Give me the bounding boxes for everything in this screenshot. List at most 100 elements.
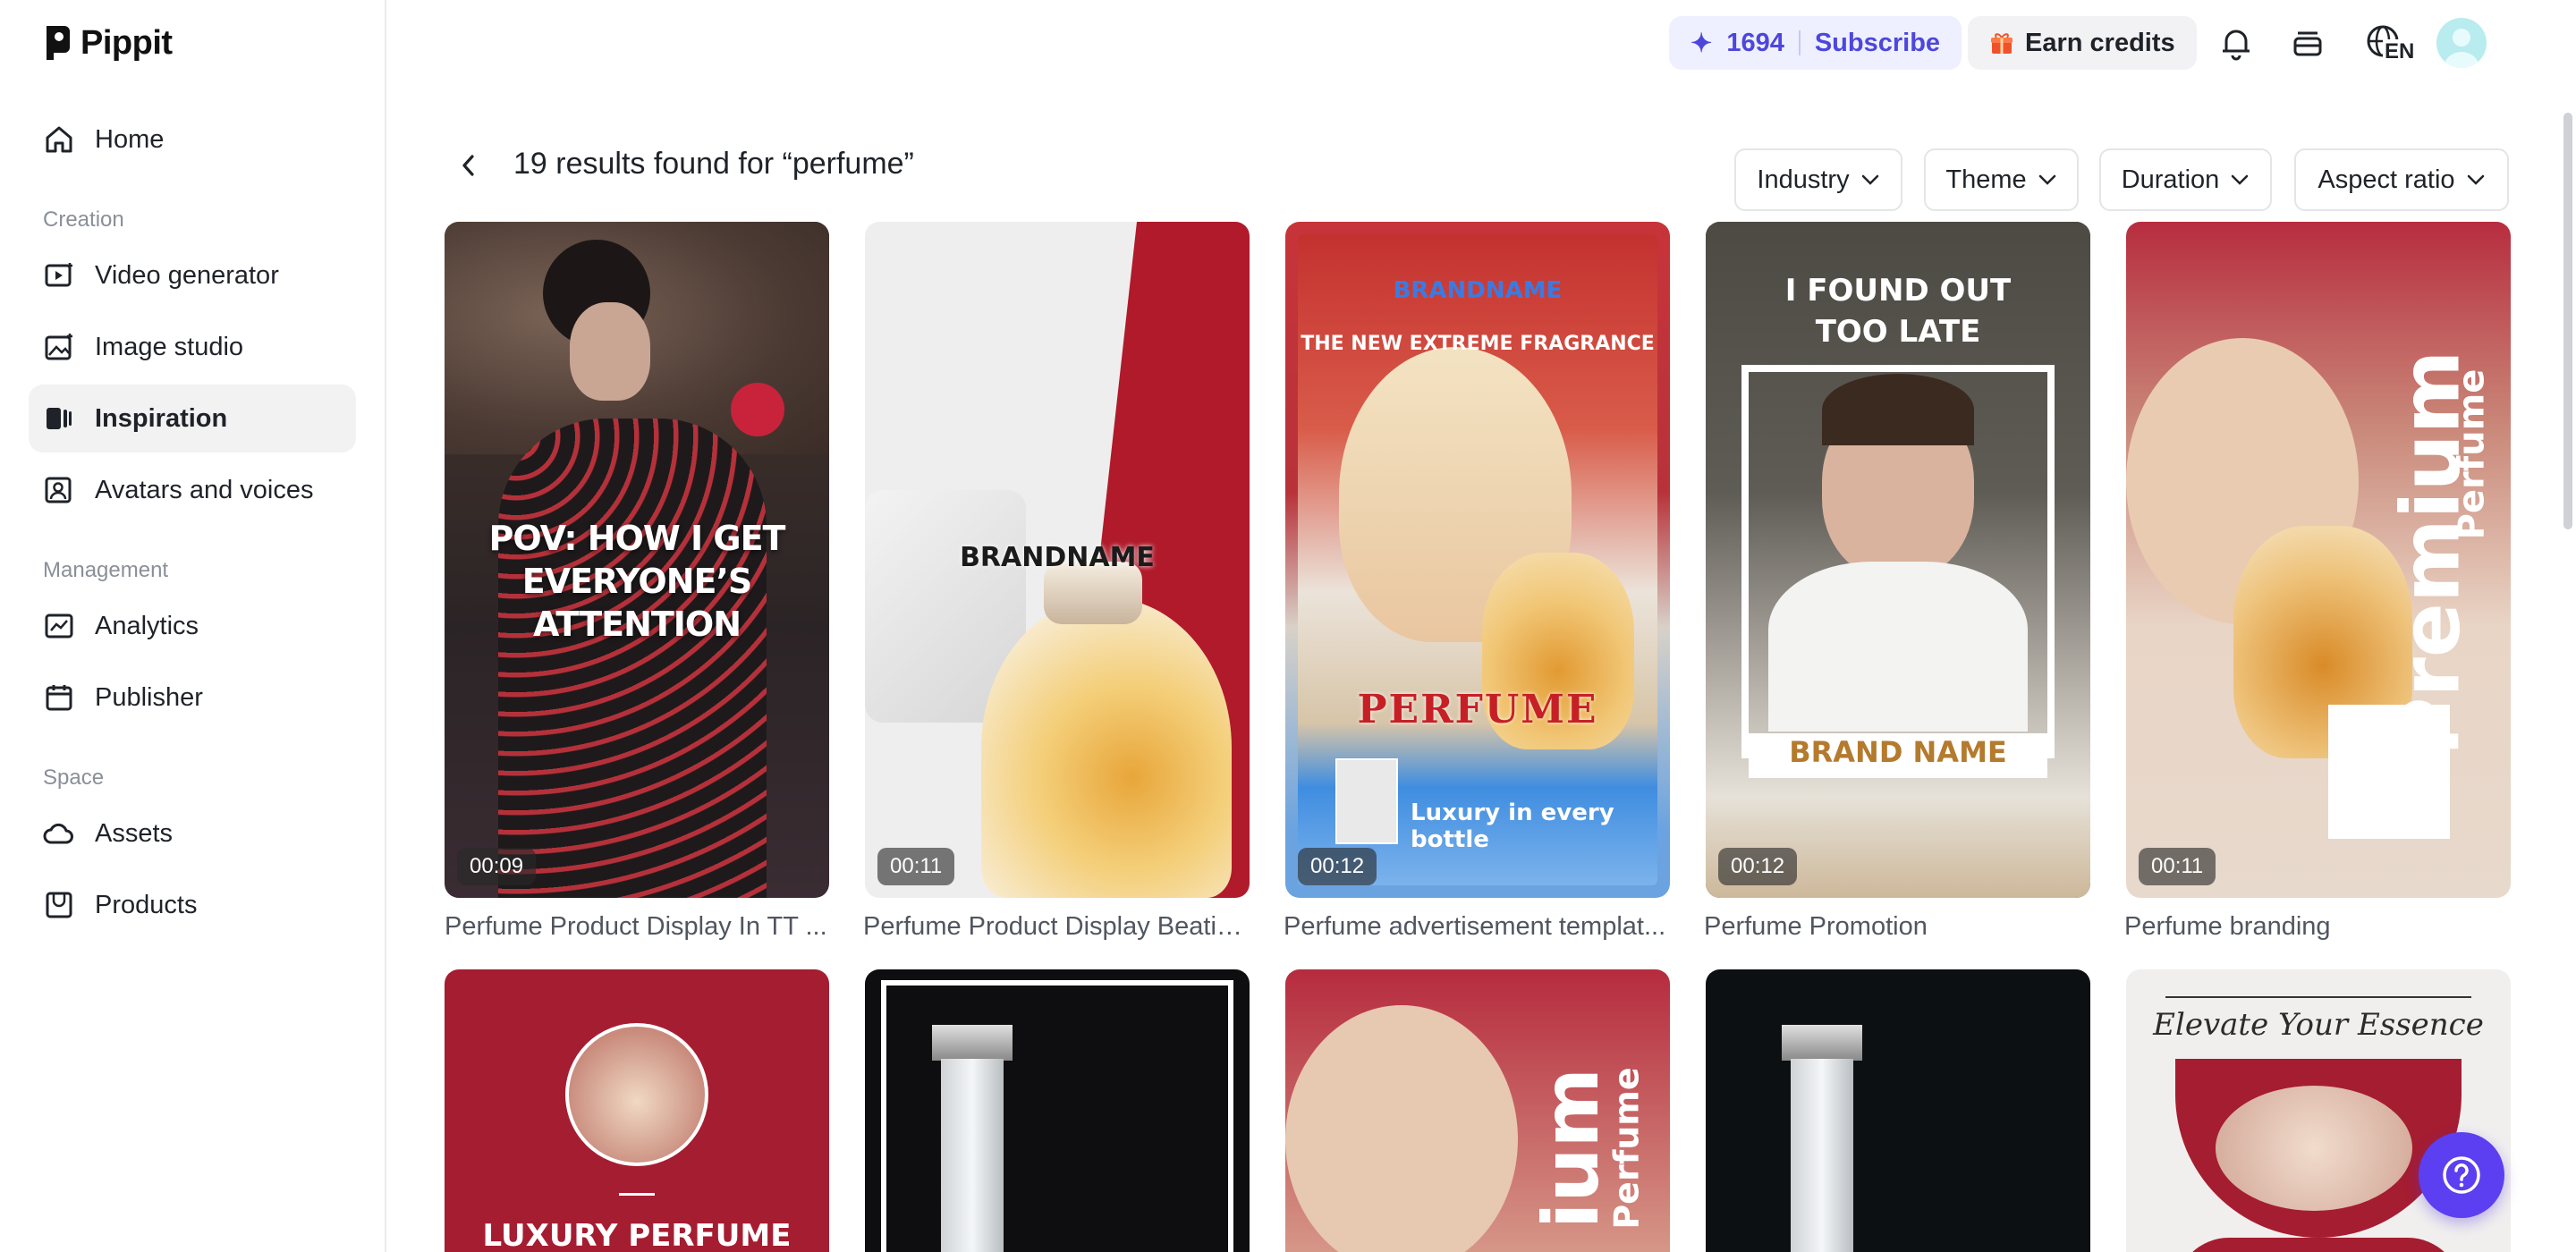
language-label: EN [2383,39,2417,64]
thumbnail-bottle-cap [932,1025,1013,1061]
duration-badge: 00:12 [1298,848,1377,885]
card-overlay-text: LUXURY PERFUME [482,1218,792,1252]
results-title: 19 results found for “perfume” [513,147,914,181]
duration-badge: 00:09 [457,848,537,885]
card-overlay-sub: THE NEW EXTREME FRAGRANCE [1301,333,1655,355]
tasks-button[interactable] [2284,20,2331,66]
filter-industry[interactable]: Industry [1734,148,1902,211]
stack-icon [2293,31,2322,56]
sidebar-item-label: Assets [95,818,174,848]
earn-credits-button[interactable]: Earn credits [1968,16,2197,70]
sidebar: Pippit Home Creation Video generator Ima… [0,0,386,1252]
earn-credits-label: Earn credits [2025,28,2175,57]
section-label-management: Management [43,558,169,582]
sidebar-item-label: Analytics [95,611,199,640]
sidebar-item-video-generator[interactable]: Video generator [29,241,356,309]
card-overlay-bottom: Luxury in every bottle [1411,799,1614,853]
sidebar-item-publisher[interactable]: Publisher [29,664,356,732]
help-button[interactable] [2419,1132,2504,1218]
sidebar-item-analytics[interactable]: Analytics [29,592,356,660]
thumbnail-dress [498,419,767,898]
analytics-icon [45,613,73,639]
chevron-down-icon [1861,174,1878,185]
filter-label: Aspect ratio [2318,165,2455,194]
credits-pill[interactable]: ✦ 1694 Subscribe [1669,16,1962,70]
home-icon [46,126,72,153]
card-overlay-main-wrap: ium [1527,1032,1616,1252]
sidebar-item-avatars-voices[interactable]: Avatars and voices [29,456,356,524]
image-studio-icon [45,334,72,360]
sidebar-item-label: Products [95,890,198,919]
template-card[interactable]: I FOUND OUT TOO LATE BRAND NAME 00:12 [1706,222,2090,898]
thumbnail-inset-image [1335,758,1398,844]
question-icon [2443,1156,2480,1194]
gift-icon [1991,33,2012,54]
chevron-down-icon [2467,174,2484,185]
thumbnail-bottle [941,1059,1004,1252]
sidebar-item-label: Publisher [95,682,203,712]
calendar-icon [46,685,72,711]
thumbnail-rose [731,383,784,436]
card-overlay-text: POV: HOW I GET EVERYONE’S ATTENTION [488,519,786,644]
card-title[interactable]: Perfume advertisement templat... [1284,912,1668,942]
card-title[interactable]: Perfume Product Display In TT ... [445,912,829,942]
template-card[interactable]: ium Perfume [1285,969,1670,1252]
template-card[interactable] [1706,969,2090,1252]
card-overlay-main: ium [1527,1067,1617,1230]
notification-bell-button[interactable] [2213,20,2259,66]
filter-theme[interactable]: Theme [1924,148,2079,211]
video-generator-icon [45,263,72,287]
scrollbar-thumb[interactable] [2563,113,2572,529]
sidebar-item-assets[interactable]: Assets [29,799,356,867]
template-card[interactable]: BRANDNAME THE NEW EXTREME FRAGRANCE PERF… [1285,222,1670,898]
app-name: Pippit [80,23,173,62]
card-overlay-top: I FOUND OUT TOO LATE [1784,273,2012,350]
sidebar-item-image-studio[interactable]: Image studio [29,313,356,381]
card-overlay-sub-wrap: Perfume [1607,1032,1647,1252]
filter-duration[interactable]: Duration [2099,148,2272,211]
thumbnail-shirt [1768,562,2028,732]
app-logo[interactable]: Pippit [43,20,173,66]
filter-label: Industry [1757,165,1850,194]
card-overlay-sub: Perfume [2451,368,2493,540]
template-card[interactable]: POV: HOW I GET EVERYONE’S ATTENTION 00:0… [445,222,829,898]
thumbnail-person-face [570,302,650,401]
sidebar-item-home[interactable]: Home [29,106,356,173]
thumbnail-circle-image [565,1023,708,1166]
back-button[interactable] [451,145,487,186]
section-label-creation: Creation [43,207,124,232]
template-card[interactable]: Premium Perfume 00:11 [2126,222,2511,898]
card-title[interactable]: Perfume Promotion [1704,912,2089,942]
card-overlay-text: Elevate Your Essence [2153,1007,2484,1043]
template-card[interactable]: BRANDNAME 00:11 [865,222,1250,898]
filter-aspect-ratio[interactable]: Aspect ratio [2294,148,2509,211]
sidebar-item-inspiration[interactable]: Inspiration [29,385,356,453]
user-avatar[interactable] [2436,18,2487,68]
template-card[interactable] [865,969,1250,1252]
sidebar-item-label: Video generator [95,260,279,290]
card-title[interactable]: Perfume Product Display Beatin... [863,912,1248,942]
section-label-space: Space [43,766,105,790]
language-button[interactable]: EN [2356,20,2417,66]
card-title[interactable]: Perfume branding [2124,912,2509,942]
sparkle-icon: ✦ [1690,29,1713,58]
filter-label: Theme [1945,165,2027,194]
card-overlay-text: BRANDNAME [960,542,1155,573]
card-overlay-sub-wrap: Perfume [2451,320,2493,588]
user-avatar-icon [2444,29,2479,68]
template-card[interactable]: LUXURY PERFUME [445,969,829,1252]
pippit-logo-icon [47,26,70,60]
filter-label: Duration [2121,165,2220,194]
avatar-voice-icon [45,477,72,503]
subscribe-button[interactable]: Subscribe [1815,29,1940,58]
thumbnail-white-frame [881,980,1233,1252]
thumbnail-arch-lower [2175,1238,2462,1252]
thumbnail-bottle [1791,1059,1853,1252]
thumbnail-person [2216,1086,2412,1211]
duration-badge: 00:11 [877,848,955,885]
inspiration-icon [47,408,72,429]
thumbnail-person-hair [1822,374,1974,445]
sidebar-item-products[interactable]: Products [29,871,356,939]
bell-icon [2223,30,2250,61]
thumbnail-person [1285,1005,1518,1252]
